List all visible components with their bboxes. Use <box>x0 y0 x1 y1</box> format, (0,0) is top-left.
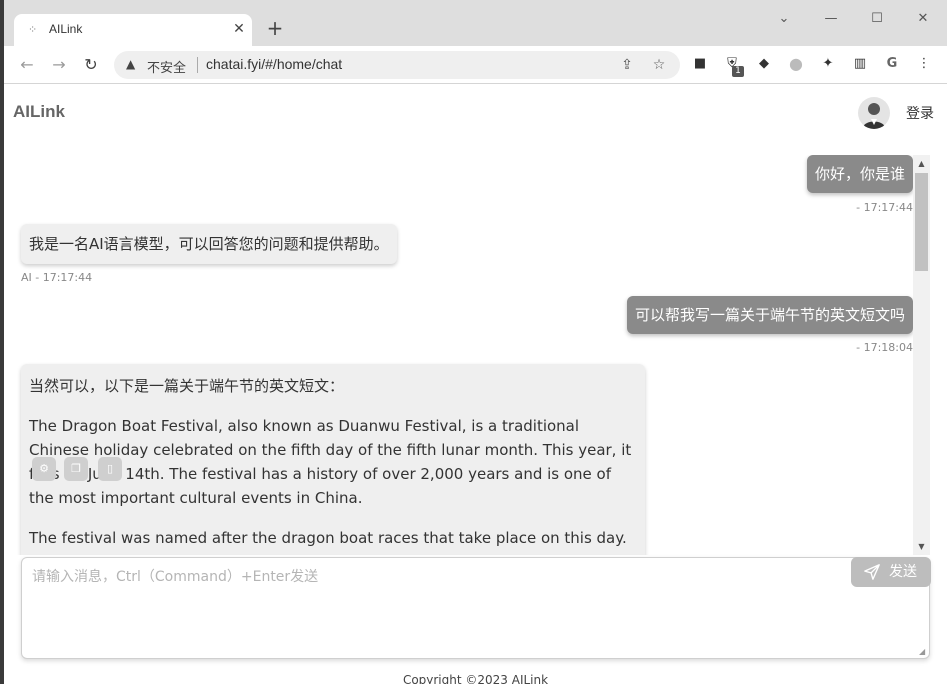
share-icon[interactable]: ⇪ <box>618 56 636 74</box>
ai-paragraph: 当然可以，以下是一篇关于端午节的英文短文： <box>29 377 345 395</box>
message-timestamp: - 17:17:44 <box>856 201 913 214</box>
settings-gear-icon[interactable]: ⚙ <box>32 457 56 481</box>
warning-icon[interactable]: ▲ <box>126 57 140 71</box>
extensions-puzzle-icon[interactable]: ✦ <box>819 55 837 73</box>
forward-icon[interactable]: → <box>49 55 69 75</box>
avatar[interactable] <box>858 97 890 129</box>
menu-kebab-icon[interactable]: ⋮ <box>915 55 933 73</box>
maximize-button[interactable]: ☐ <box>867 10 887 28</box>
extension-ghost-icon[interactable]: ◆ <box>755 55 773 73</box>
scroll-thumb[interactable] <box>915 173 928 271</box>
chat-scrollbar[interactable]: ▲ ▼ <box>913 155 930 555</box>
send-paper-plane-icon <box>864 564 880 580</box>
send-label: 发送 <box>889 564 917 580</box>
scroll-down-arrow-icon[interactable]: ▼ <box>917 542 926 551</box>
footer-copyright: Copyright ©2023 AILink <box>402 673 549 684</box>
divider <box>197 57 198 73</box>
extension-icon[interactable]: ■ <box>691 55 709 73</box>
browser-window: ⁘ AILink ✕ + ⌄ — ☐ ✕ ← → ↻ ▲ 不安全 chatai.… <box>4 0 947 684</box>
google-icon[interactable]: G <box>883 55 901 73</box>
user-message: 你好，你是谁 <box>806 155 913 193</box>
new-tab-button[interactable]: + <box>264 18 286 40</box>
ai-paragraph: The festival was named after the dragon … <box>29 529 627 555</box>
browser-toolbar: ← → ↻ ▲ 不安全 chatai.fyi/#/home/chat ⇪ ☆ <box>4 46 947 84</box>
minimize-button[interactable]: — <box>821 10 841 28</box>
address-bar[interactable]: ▲ 不安全 chatai.fyi/#/home/chat ⇪ ☆ <box>114 51 680 79</box>
message-input-box: 发送 ◢ <box>21 557 931 659</box>
side-panel-icon[interactable]: ▥ <box>851 55 869 73</box>
insecure-label[interactable]: 不安全 <box>147 57 186 76</box>
app-root: AILink 登录 你好，你是谁 - 17:17:44 我是一名AI语言模型，可… <box>4 85 947 684</box>
message-input[interactable] <box>22 558 929 658</box>
message-timestamp: AI - 17:17:44 <box>21 271 93 284</box>
copy-icon[interactable]: ❐ <box>64 457 88 481</box>
resize-grip-icon[interactable]: ◢ <box>919 648 927 656</box>
message-timestamp: - 17:18:04 <box>856 341 913 354</box>
user-avatar-icon <box>862 103 886 129</box>
browser-tab[interactable]: ⁘ AILink ✕ <box>14 14 252 46</box>
brand-logo[interactable]: AILink <box>13 102 65 122</box>
send-button[interactable]: 发送 <box>851 557 931 587</box>
tab-search-button[interactable]: ⌄ <box>774 10 794 28</box>
login-link[interactable]: 登录 <box>906 103 934 123</box>
scroll-up-arrow-icon[interactable]: ▲ <box>917 159 926 168</box>
tab-strip: ⁘ AILink ✕ + ⌄ — ☐ ✕ <box>4 0 947 46</box>
url-text[interactable]: chatai.fyi/#/home/chat <box>206 56 342 72</box>
delete-trash-icon[interactable]: ▯ <box>98 457 122 481</box>
tab-close-button[interactable]: ✕ <box>230 20 248 38</box>
ai-message: 我是一名AI语言模型，可以回答您的问题和提供帮助。 <box>21 224 397 264</box>
chat-message-list[interactable]: 你好，你是谁 - 17:17:44 我是一名AI语言模型，可以回答您的问题和提供… <box>4 155 930 555</box>
back-icon[interactable]: ← <box>17 55 37 75</box>
profile-circle-icon[interactable]: ● <box>787 55 805 73</box>
tab-title: AILink <box>49 22 83 36</box>
bookmark-star-icon[interactable]: ☆ <box>650 56 668 74</box>
loading-icon: ⁘ <box>28 23 38 36</box>
close-window-button[interactable]: ✕ <box>913 10 933 28</box>
reload-icon[interactable]: ↻ <box>81 55 101 75</box>
user-message: 可以帮我写一篇关于端午节的英文短文吗 <box>626 296 913 334</box>
extension-badge: 1 <box>732 66 744 77</box>
